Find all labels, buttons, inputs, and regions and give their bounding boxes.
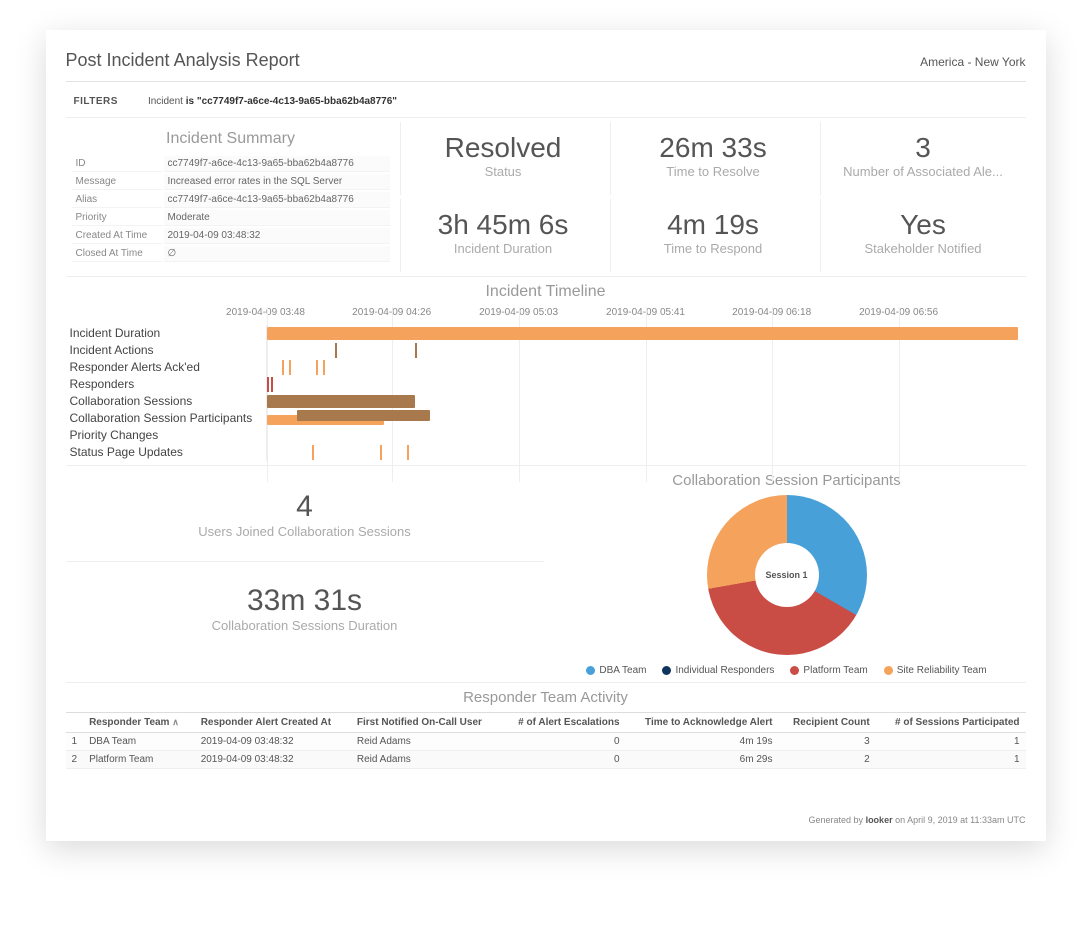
gantt-tick[interactable] [271,377,273,392]
gantt-tick[interactable] [323,360,325,375]
metric-users-joined: 4 Users Joined Collaboration Sessions [66,472,544,557]
legend-dot-icon [884,666,893,675]
legend-dot-icon [586,666,595,675]
tl-row-collab-participants: Collaboration Session Participants [66,410,266,427]
timeline-panel: Incident Timeline 2019-04-09 03:48 2019-… [66,276,1026,461]
donut-chart[interactable]: Session 1 [707,495,867,655]
responder-table: Responder Team ∧ Responder Alert Created… [66,712,1026,769]
col-escalations[interactable]: # of Alert Escalations [501,713,625,733]
gantt-tick[interactable] [282,360,284,375]
header: Post Incident Analysis Report America - … [66,50,1026,82]
legend-dot-icon [662,666,671,675]
responder-table-panel: Responder Team Activity Responder Team ∧… [66,682,1026,769]
legend-item[interactable]: Site Reliability Team [884,665,987,676]
looker-logo: looker [866,815,893,825]
legend-item[interactable]: DBA Team [586,665,646,676]
gantt-bar[interactable] [267,327,1018,340]
tl-row-incident-actions: Incident Actions [66,342,266,359]
tl-row-priority: Priority Changes [66,427,266,444]
col-first-notified[interactable]: First Notified On-Call User [351,713,501,733]
metric-collab-duration: 33m 31s Collaboration Sessions Duration [66,566,544,651]
tl-row-responders: Responders [66,376,266,393]
table-title: Responder Team Activity [66,689,1026,706]
donut-legend: DBA Team Individual Responders Platform … [548,665,1026,676]
col-tta[interactable]: Time to Acknowledge Alert [626,713,779,733]
gantt-bar[interactable] [267,395,415,408]
gantt-tick[interactable] [380,445,382,460]
report-page: Post Incident Analysis Report America - … [46,30,1046,841]
metric-stakeholder-notified: Yes Stakeholder Notified [820,199,1026,272]
summary-title: Incident Summary [70,130,392,148]
gantt-tick[interactable] [415,343,417,358]
tl-row-ack: Responder Alerts Ack'ed [66,359,266,376]
filters-heading: FILTERS [74,96,118,107]
metric-status: Resolved Status [400,122,606,195]
timeline-axis: 2019-04-09 03:48 2019-04-09 04:26 2019-0… [266,307,1026,325]
legend-item[interactable]: Individual Responders [662,665,774,676]
summary-table: IDcc7749f7-a6ce-4c13-9a65-bba62b4a8776 M… [70,154,392,264]
donut-center-label: Session 1 [707,495,867,655]
top-grid: Incident Summary IDcc7749f7-a6ce-4c13-9a… [66,122,1026,272]
col-recipient-count[interactable]: Recipient Count [778,713,875,733]
donut-panel: Collaboration Session Participants Sessi… [548,472,1026,676]
mid-grid: 4 Users Joined Collaboration Sessions 33… [66,465,1026,676]
metric-time-to-resolve: 26m 33s Time to Resolve [610,122,816,195]
filters-text: Incident is "cc7749f7-a6ce-4c13-9a65-bba… [148,96,397,107]
gantt-tick[interactable] [267,377,269,392]
timezone-label: America - New York [920,55,1025,69]
table-row[interactable]: 2 Platform Team 2019-04-09 03:48:32 Reid… [66,751,1026,769]
gantt-tick[interactable] [335,343,337,358]
gantt-tick[interactable] [407,445,409,460]
tl-row-collab-sessions: Collaboration Sessions [66,393,266,410]
col-created-at[interactable]: Responder Alert Created At [195,713,351,733]
metric-time-to-respond: 4m 19s Time to Respond [610,199,816,272]
col-sessions[interactable]: # of Sessions Participated [876,713,1026,733]
timeline-title: Incident Timeline [66,283,1026,301]
table-row[interactable]: 1 DBA Team 2019-04-09 03:48:32 Reid Adam… [66,733,1026,751]
legend-dot-icon [790,666,799,675]
gantt-tick[interactable] [316,360,318,375]
incident-summary-panel: Incident Summary IDcc7749f7-a6ce-4c13-9a… [66,122,396,272]
metric-associated-alerts: 3 Number of Associated Ale... [820,122,1026,195]
gantt-tick[interactable] [312,445,314,460]
tl-row-statuspage: Status Page Updates [66,444,266,461]
tl-row-incident-duration: Incident Duration [66,325,266,342]
filters-bar: FILTERS Incident is "cc7749f7-a6ce-4c13-… [66,92,1026,118]
gantt-tick[interactable] [289,360,291,375]
col-responder-team[interactable]: Responder Team ∧ [83,713,195,733]
legend-item[interactable]: Platform Team [790,665,867,676]
footer: Generated by looker on April 9, 2019 at … [66,809,1026,831]
page-title: Post Incident Analysis Report [66,50,300,71]
metric-incident-duration: 3h 45m 6s Incident Duration [400,199,606,272]
sort-asc-icon: ∧ [172,717,179,727]
gantt-bar[interactable] [297,410,430,421]
